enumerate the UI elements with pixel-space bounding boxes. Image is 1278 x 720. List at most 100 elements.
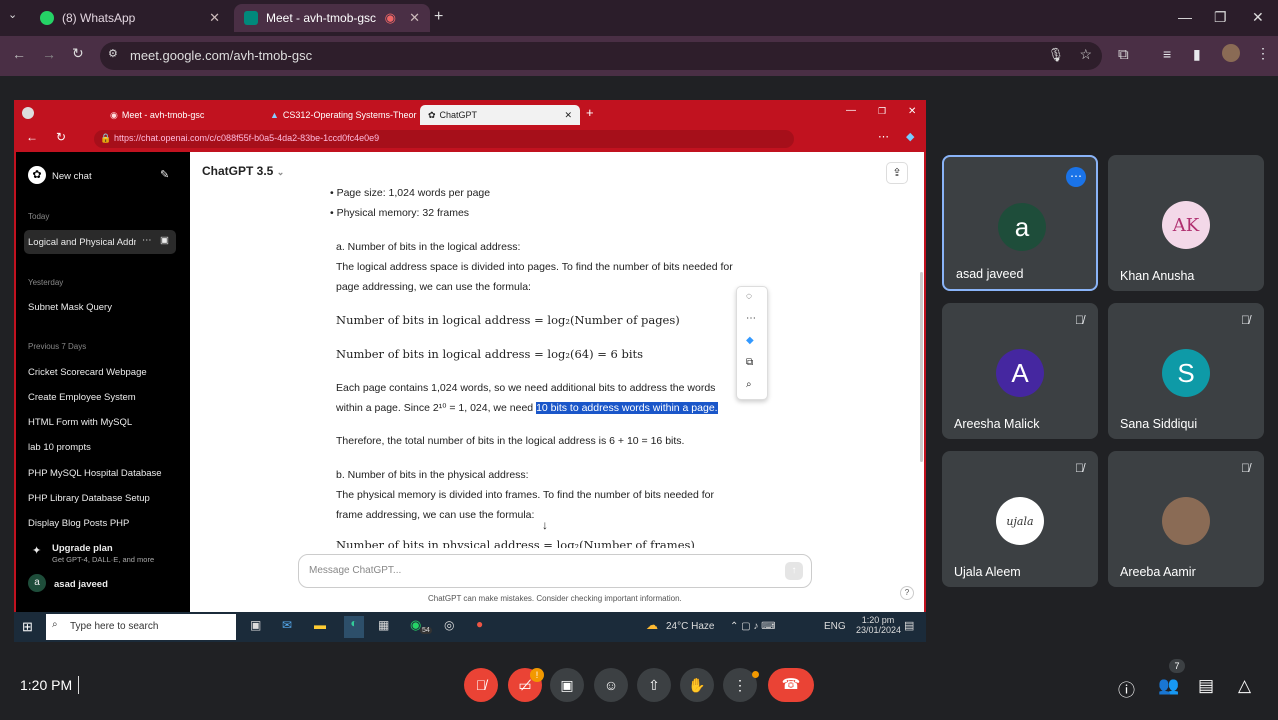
maximize-button[interactable]: ❐ — [1214, 9, 1227, 26]
more-icon[interactable]: ⋯ — [142, 235, 152, 246]
search-icon[interactable]: ⌕ — [746, 379, 752, 390]
reactions-button[interactable]: ☺ — [594, 668, 628, 702]
store-icon[interactable]: ▦ — [378, 618, 389, 632]
inner-tab-meet[interactable]: ◉ Meet - avh-tmob-gsc — [102, 105, 262, 125]
new-tab-button[interactable]: + — [434, 8, 443, 26]
active-chat-item[interactable]: Logical and Physical Addr ⋯ ▣ — [24, 230, 176, 254]
scrollbar[interactable] — [920, 272, 923, 462]
search-icon: ⌕ — [52, 619, 58, 630]
chat-item[interactable]: Cricket Scorecard Webpage — [28, 367, 178, 378]
extensions-icon[interactable]: ⧉ — [1118, 46, 1129, 63]
hang-up-icon: ☎ — [781, 676, 801, 693]
reload-icon[interactable]: ↻ — [56, 130, 66, 144]
profile-avatar[interactable] — [1222, 44, 1240, 62]
leave-call-button[interactable]: ☎ — [768, 668, 814, 702]
avatar[interactable]: a — [28, 574, 46, 592]
chat-item[interactable]: HTML Form with MySQL — [28, 417, 178, 428]
media-icon[interactable]: ≡ — [1163, 46, 1171, 62]
more-icon[interactable]: ⋯ — [746, 313, 756, 324]
hide-icon[interactable]: ◌ — [746, 291, 752, 302]
weather-icon: ☁ — [646, 618, 658, 632]
participant-tile[interactable]: 🎙̸ A Areesha Malick — [942, 303, 1098, 439]
activities-icon[interactable]: △ — [1238, 676, 1251, 696]
minimize-button[interactable]: — — [1178, 9, 1192, 25]
inner-omnibox[interactable]: 🔒 https://chat.openai.com/c/c088f55f-b0a5… — [94, 130, 794, 148]
chat-item[interactable]: PHP Library Database Setup — [28, 493, 178, 504]
raise-hand-button[interactable]: ✋ — [680, 668, 714, 702]
taskbar-search[interactable]: ⌕ Type here to search — [46, 614, 236, 640]
selected-text[interactable]: 10 bits to address words within a page. — [536, 402, 718, 414]
archive-icon[interactable]: ▣ — [160, 235, 169, 246]
copilot-icon[interactable]: ◆ — [746, 335, 754, 346]
sidepanel-icon[interactable]: ▮ — [1193, 46, 1201, 63]
chat-title: Logical and Physical Addr — [28, 237, 136, 248]
participant-tile[interactable]: 🎙̸ Areeba Aamir — [1108, 451, 1264, 587]
mail-icon[interactable]: ✉ — [282, 618, 292, 632]
captions-button[interactable]: ▣ — [550, 668, 584, 702]
copy-icon[interactable]: ⧉ — [746, 357, 753, 368]
chat-item[interactable]: Subnet Mask Query — [28, 302, 178, 313]
section-heading: Today — [28, 212, 50, 221]
scroll-down-icon[interactable]: ↓ — [542, 518, 548, 532]
chrome-icon[interactable]: ◎ — [444, 618, 454, 632]
minimize-button[interactable]: — — [846, 105, 856, 116]
chat-item[interactable]: Create Employee System — [28, 392, 178, 403]
powerpoint-icon[interactable]: ● — [476, 617, 483, 631]
language-indicator[interactable]: ENG — [824, 621, 846, 632]
chat-item[interactable]: PHP MySQL Hospital Database — [28, 468, 178, 479]
forward-icon[interactable]: → — [42, 46, 56, 62]
send-icon[interactable]: ↑ — [785, 562, 803, 580]
participant-tile[interactable]: 🎙̸ ujala Ujala Aleem — [942, 451, 1098, 587]
clock[interactable]: 1:20 pm 23/01/2024 — [856, 615, 901, 635]
participant-tile[interactable]: 🎙̸ S Sana Siddiqui — [1108, 303, 1264, 439]
tab-whatsapp[interactable]: (8) WhatsApp ✕ — [30, 4, 230, 32]
tab-meet[interactable]: Meet - avh-tmob-gsc ◉ ✕ — [234, 4, 430, 32]
message-input[interactable]: Message ChatGPT... ↑ — [298, 554, 812, 588]
back-icon[interactable]: ← — [26, 130, 38, 144]
menu-icon[interactable]: ⋮ — [1256, 45, 1270, 62]
help-icon[interactable]: ? — [900, 586, 914, 600]
task-view-icon[interactable]: ▣ — [250, 618, 261, 632]
close-icon[interactable]: ✕ — [564, 110, 572, 121]
site-info-icon[interactable]: ⚙ — [108, 47, 118, 60]
inner-tab-chatgpt[interactable]: ✿ ChatGPT ✕ — [420, 105, 580, 125]
tab-search-icon[interactable]: ⌄ — [8, 8, 17, 21]
chat-icon[interactable]: ▤ — [1198, 676, 1214, 696]
maximize-button[interactable]: ❐ — [878, 106, 886, 117]
tray-icons[interactable]: ⌃ ▢ ♪ ⌨ — [730, 621, 776, 632]
upgrade-plan-button[interactable]: Upgrade plan — [52, 543, 113, 554]
inner-tab-course[interactable]: ▲ CS312-Operating Systems-Theor — [262, 105, 422, 125]
copilot-icon[interactable]: ◆ — [906, 130, 914, 143]
reload-icon[interactable]: ↻ — [72, 45, 84, 62]
notification-icon[interactable]: ▤ — [904, 619, 914, 632]
participant-tile[interactable]: AK Khan Anusha — [1108, 155, 1264, 291]
close-icon[interactable]: ✕ — [209, 10, 220, 26]
user-name[interactable]: asad javeed — [54, 579, 108, 590]
omnibox[interactable]: ⚙ meet.google.com/avh-tmob-gsc 🎙 ☆ — [100, 42, 1102, 70]
close-window-button[interactable]: ✕ — [1252, 9, 1264, 26]
model-selector[interactable]: ChatGPT 3.5 ⌄ — [202, 164, 284, 178]
windows-icon[interactable]: ⊞ — [22, 619, 33, 635]
more-icon[interactable]: ⋯ — [878, 130, 889, 143]
chat-item[interactable]: lab 10 prompts — [28, 442, 178, 453]
new-chat-button[interactable]: New chat — [52, 171, 92, 182]
folder-icon[interactable]: ▬ — [314, 618, 326, 632]
close-window-button[interactable]: ✕ — [908, 106, 916, 117]
back-icon[interactable]: ← — [12, 46, 26, 62]
share-icon[interactable]: ⇪ — [886, 162, 908, 184]
meeting-info-icon[interactable]: ⓘ — [1118, 676, 1135, 701]
more-options-icon[interactable]: ⋯ — [1066, 167, 1086, 187]
participant-tile[interactable]: a ⋯ asad javeed — [942, 155, 1098, 291]
people-icon[interactable]: 👥 — [1158, 676, 1179, 696]
edit-icon[interactable]: ✎ — [160, 168, 169, 181]
close-icon[interactable]: ✕ — [409, 10, 420, 26]
chat-item[interactable]: Display Blog Posts PHP — [28, 518, 178, 529]
weather-text[interactable]: 24°C Haze — [666, 621, 714, 632]
star-icon[interactable]: ☆ — [1079, 46, 1092, 63]
avatar: S — [1162, 349, 1210, 397]
mic-toggle-button[interactable]: 🎙̸ — [464, 668, 498, 702]
edge-icon[interactable]: ◐ — [344, 616, 364, 638]
present-button[interactable]: ⇧ — [637, 668, 671, 702]
new-tab-button[interactable]: + — [586, 105, 594, 120]
mic-icon[interactable]: 🎙 — [1047, 47, 1064, 63]
